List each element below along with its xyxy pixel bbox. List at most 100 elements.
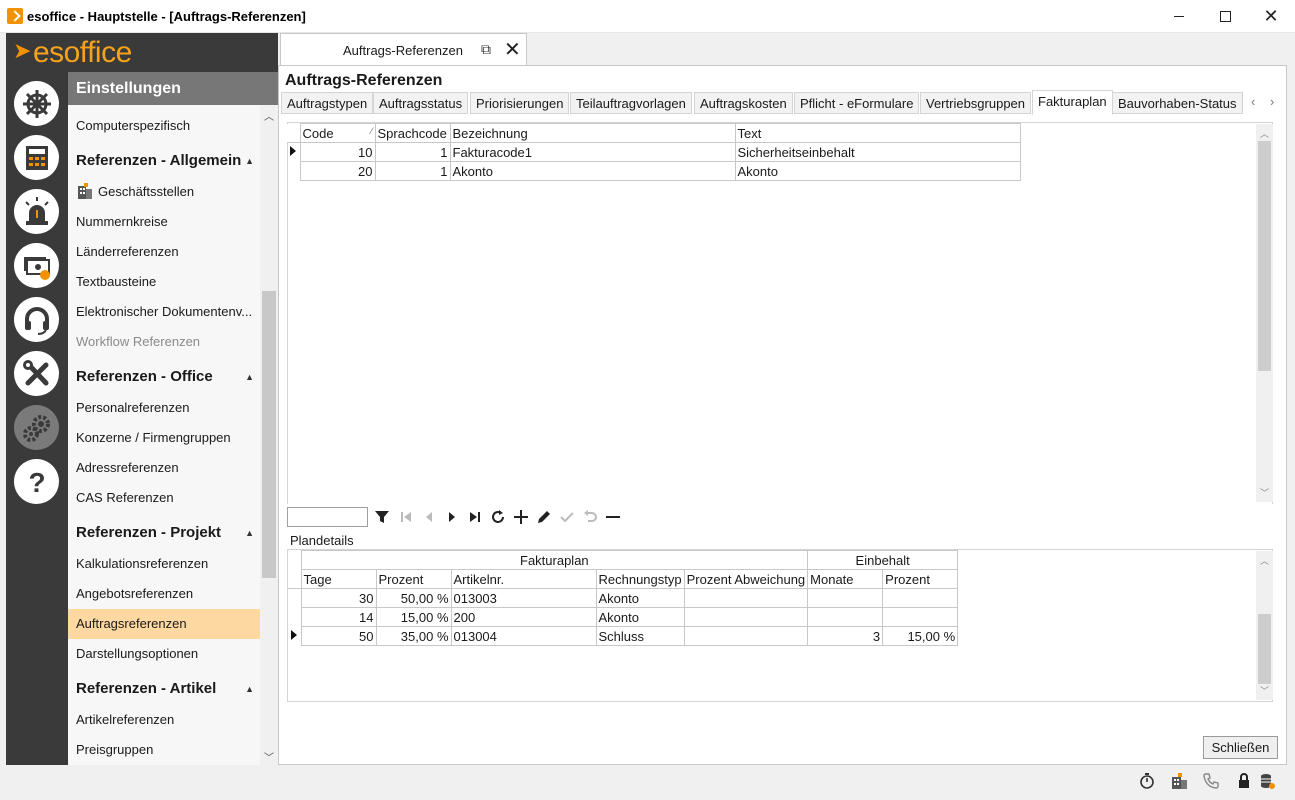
tab-teilauftragvorlagen[interactable]: Teilauftragvorlagen (570, 92, 692, 114)
cell-einbehalt-prozent[interactable]: 15,00 % (882, 626, 959, 646)
cell-rechnungstyp[interactable]: Akonto (595, 607, 685, 627)
nav-nummernkreise[interactable]: Nummernkreise (68, 207, 260, 237)
scroll-up-icon[interactable]: ︿ (264, 108, 274, 123)
scroll-down-icon[interactable]: ﹀ (264, 749, 274, 764)
tab-pflicht-eformulare[interactable]: Pflicht - eFormulare (794, 92, 920, 114)
nav-preisgruppen[interactable]: Preisgruppen (68, 735, 260, 765)
nav-textbausteine[interactable]: Textbausteine (68, 267, 260, 297)
cell-code[interactable]: 20 (299, 161, 376, 181)
table-row[interactable]: 14 15,00 % 200 Akonto (288, 607, 959, 627)
phone-icon[interactable] (1201, 771, 1221, 791)
settings-scrollbar[interactable]: ︿ ﹀ (260, 105, 278, 765)
col-prozent[interactable]: Prozent (375, 569, 452, 589)
cell-sprachcode[interactable]: 1 (374, 161, 451, 181)
cell-tage[interactable]: 50 (300, 626, 377, 646)
filter-icon[interactable] (371, 506, 393, 528)
nav-elektronischer-dokumentenv[interactable]: Elektronischer Dokumentenv... (68, 297, 260, 327)
nav-geschaeftsstellen[interactable]: Geschäftsstellen (68, 177, 260, 207)
scroll-thumb[interactable] (262, 291, 276, 578)
nav-auftragsreferenzen[interactable]: Auftragsreferenzen (68, 609, 260, 639)
close-button[interactable]: Schließen (1203, 736, 1278, 759)
cell-rechnungstyp[interactable]: Schluss (595, 626, 685, 646)
table-row[interactable]: 50 35,00 % 013004 Schluss 3 15,00 % (288, 626, 959, 646)
nav-angebotsreferenzen[interactable]: Angebotsreferenzen (68, 579, 260, 609)
col-code[interactable]: Code ⁄ (299, 123, 376, 143)
cell-prozent[interactable]: 35,00 % (375, 626, 452, 646)
cell-artikelnr[interactable]: 013003 (450, 588, 597, 608)
nav-adressreferenzen[interactable]: Adressreferenzen (68, 453, 260, 483)
tab-priorisierungen[interactable]: Priorisierungen (470, 92, 570, 114)
cell-abweichung[interactable] (683, 588, 809, 608)
gears-icon[interactable] (14, 405, 59, 450)
col-einbehalt-prozent[interactable]: Prozent (882, 569, 959, 589)
scroll-thumb[interactable] (1258, 614, 1271, 684)
grid-scrollbar[interactable]: ︿ ﹀ (1256, 124, 1273, 502)
headset-icon[interactable] (14, 297, 59, 342)
scroll-down-icon[interactable]: ﹀ (1260, 486, 1269, 499)
nav-laenderreferenzen[interactable]: Länderreferenzen (68, 237, 260, 267)
last-record-icon[interactable] (464, 506, 486, 528)
scroll-up-icon[interactable]: ︿ (1260, 554, 1269, 567)
close-window-button[interactable]: ✕ (1248, 0, 1294, 33)
cell-monate[interactable]: 3 (807, 626, 884, 646)
tab-scroll-left-icon[interactable]: ‹ (1251, 94, 1255, 109)
refresh-icon[interactable] (487, 506, 509, 528)
col-text[interactable]: Text (734, 123, 1021, 143)
building-icon[interactable] (1169, 771, 1189, 791)
section-office[interactable]: Referenzen - Office ▲ (68, 362, 260, 392)
tools-icon[interactable] (14, 351, 59, 396)
nav-personalreferenzen[interactable]: Personalreferenzen (68, 393, 260, 423)
section-allgemein[interactable]: Referenzen - Allgemein ▲ (68, 146, 260, 176)
table-row[interactable]: 20 1 Akonto Akonto (287, 161, 1021, 181)
cell-einbehalt-prozent[interactable] (882, 588, 959, 608)
tab-scroll-right-icon[interactable]: › (1270, 94, 1274, 109)
navigator-input[interactable] (287, 507, 368, 527)
scroll-thumb[interactable] (1258, 141, 1271, 371)
col-bezeichnung[interactable]: Bezeichnung (449, 123, 736, 143)
maximize-button[interactable] (1202, 0, 1248, 33)
tab-auftragsstatus[interactable]: Auftragsstatus (373, 92, 469, 114)
cell-sprachcode[interactable]: 1 (374, 142, 451, 162)
table-row[interactable]: 10 1 Fakturacode1 Sicherheitseinbehalt (287, 142, 1021, 162)
lock-icon[interactable] (1234, 771, 1254, 791)
section-projekt[interactable]: Referenzen - Projekt ▲ (68, 518, 260, 548)
cell-einbehalt-prozent[interactable] (882, 607, 959, 627)
col-artikelnr[interactable]: Artikelnr. (450, 569, 597, 589)
cell-prozent[interactable]: 50,00 % (375, 588, 452, 608)
tab-auftragskosten[interactable]: Auftragskosten (694, 92, 793, 114)
cell-bezeichnung[interactable]: Fakturacode1 (449, 142, 736, 162)
cell-abweichung[interactable] (683, 626, 809, 646)
next-record-icon[interactable] (441, 506, 463, 528)
scroll-down-icon[interactable]: ﹀ (1260, 684, 1269, 697)
nav-cas-referenzen[interactable]: CAS Referenzen (68, 483, 260, 513)
calculator-icon[interactable] (14, 135, 59, 180)
cell-tage[interactable]: 30 (300, 588, 377, 608)
plandetails-scrollbar[interactable]: ︿ ﹀ (1256, 551, 1273, 700)
nav-computerspezifisch[interactable]: Computerspezifisch (68, 111, 260, 141)
popout-icon[interactable]: ⧉ (481, 41, 491, 58)
cell-monate[interactable] (807, 607, 884, 627)
cell-monate[interactable] (807, 588, 884, 608)
database-icon[interactable] (1257, 771, 1277, 791)
tab-vertriebsgruppen[interactable]: Vertriebsgruppen (920, 92, 1032, 114)
tab-auftragstypen[interactable]: Auftragstypen (281, 92, 374, 114)
money-icon[interactable] (14, 243, 59, 288)
alarm-icon[interactable] (14, 189, 59, 234)
tab-fakturaplan[interactable]: Fakturaplan (1032, 90, 1113, 115)
cell-code[interactable]: 10 (299, 142, 376, 162)
nav-darstellungsoptionen[interactable]: Darstellungsoptionen (68, 639, 260, 669)
close-tab-icon[interactable]: ✕ (504, 37, 521, 62)
cell-text[interactable]: Akonto (734, 161, 1021, 181)
col-sprachcode[interactable]: Sprachcode (374, 123, 451, 143)
cell-artikelnr[interactable]: 200 (450, 607, 597, 627)
stopwatch-icon[interactable] (1137, 771, 1157, 791)
add-icon[interactable] (510, 506, 532, 528)
col-monate[interactable]: Monate (807, 569, 884, 589)
minimize-button[interactable] (1156, 0, 1202, 33)
table-row[interactable]: 30 50,00 % 013003 Akonto (288, 588, 959, 608)
scroll-up-icon[interactable]: ︿ (1260, 127, 1269, 140)
cell-tage[interactable]: 14 (300, 607, 377, 627)
nav-konzerne[interactable]: Konzerne / Firmengruppen (68, 423, 260, 453)
cell-artikelnr[interactable]: 013004 (450, 626, 597, 646)
cell-rechnungstyp[interactable]: Akonto (595, 588, 685, 608)
